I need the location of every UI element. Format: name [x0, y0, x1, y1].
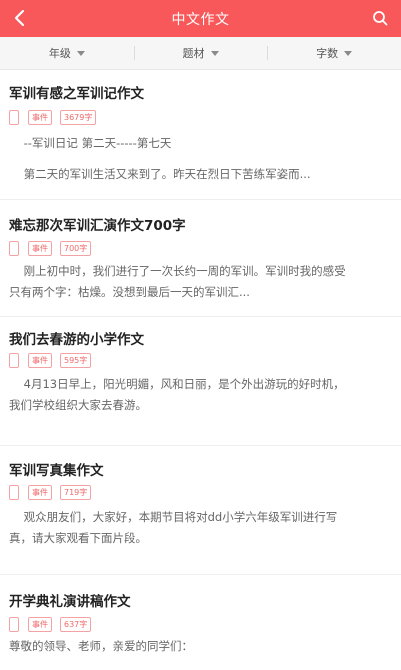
- article-excerpt: 刚上初中时，我们进行了一次长约一周的军训。军训时我的感受 只有两个字：枯燥。没想…: [9, 261, 389, 303]
- search-button[interactable]: [369, 7, 391, 29]
- article-excerpt: 尊敬的领导、老师，亲爱的同学们：: [9, 636, 389, 657]
- article-excerpt: --军训日记 第二天-----第七天 第二天的军训生活又来到了。昨天在烈日下苦练…: [9, 133, 389, 185]
- article-tags: 事件 700字: [9, 241, 99, 256]
- filter-label: 年级: [48, 47, 71, 60]
- caret-down-icon: [344, 50, 353, 56]
- page-title: 中文作文: [171, 11, 230, 28]
- excerpt-line: 尊敬的领导、老师，亲爱的同学们：: [9, 639, 193, 653]
- excerpt-line: 真，请大家观看下面片段。: [9, 531, 147, 545]
- back-arrow-icon: [14, 9, 25, 27]
- wordcount-tag: 595字: [60, 353, 92, 368]
- category-tag: 事件: [28, 617, 52, 632]
- filter-label: 字数: [316, 47, 339, 60]
- back-button[interactable]: [8, 7, 30, 29]
- bookmark-icon: [9, 110, 19, 125]
- filter-topic[interactable]: 题材: [133, 37, 268, 69]
- filter-label: 题材: [182, 47, 205, 60]
- article-title: 军训有感之军训记作文: [9, 86, 144, 102]
- article-title: 我们去春游的小学作文: [9, 332, 144, 348]
- bookmark-icon: [9, 353, 19, 368]
- excerpt-line: 刚上初中时，我们进行了一次长约一周的军训。军训时我的感受: [9, 264, 346, 278]
- wordcount-tag: 719字: [60, 485, 92, 500]
- excerpt-line: --军训日记 第二天-----第七天: [9, 136, 172, 150]
- search-icon: [373, 11, 388, 26]
- article-item[interactable]: 军训有感之军训记作文 事件 3679字 --军训日记 第二天-----第七天 第…: [0, 70, 401, 200]
- article-excerpt: 观众朋友们，大家好，本期节目将对dd小学六年级军训进行写 真，请大家观看下面片段…: [9, 507, 389, 549]
- wordcount-tag: 700字: [60, 241, 92, 256]
- article-item[interactable]: 军训写真集作文 事件 719字 观众朋友们，大家好，本期节目将对dd小学六年级军…: [0, 447, 401, 575]
- caret-down-icon: [210, 50, 219, 56]
- article-item[interactable]: 开学典礼演讲稿作文 事件 637字 尊敬的领导、老师，亲爱的同学们：: [0, 576, 401, 670]
- app-header: 中文作文: [0, 0, 401, 37]
- article-tags: 事件 595字: [9, 353, 99, 368]
- category-tag: 事件: [28, 485, 52, 500]
- article-title: 军训写真集作文: [9, 463, 104, 479]
- category-tag: 事件: [28, 353, 52, 368]
- filter-bar: 年级 题材 字数: [0, 37, 401, 70]
- article-title: 难忘那次军训汇演作文700字: [9, 218, 186, 234]
- article-title: 开学典礼演讲稿作文: [9, 594, 131, 610]
- excerpt-line: 观众朋友们，大家好，本期节目将对dd小学六年级军训进行写: [9, 510, 338, 524]
- excerpt-line: [9, 154, 389, 164]
- filter-wordcount[interactable]: 字数: [267, 37, 401, 69]
- wordcount-tag: 637字: [60, 617, 92, 632]
- caret-down-icon: [76, 50, 85, 56]
- bookmark-icon: [9, 617, 19, 632]
- article-tags: 事件 3679字: [9, 110, 104, 125]
- article-item[interactable]: 我们去春游的小学作文 事件 595字 4月13日早上，阳光明媚，风和日丽，是个外…: [0, 318, 401, 446]
- bookmark-icon: [9, 241, 19, 256]
- article-tags: 事件 637字: [9, 617, 99, 632]
- excerpt-line: 我们学校组织大家去春游。: [9, 398, 147, 412]
- category-tag: 事件: [28, 110, 52, 125]
- bookmark-icon: [9, 485, 19, 500]
- article-tags: 事件 719字: [9, 485, 99, 500]
- wordcount-tag: 3679字: [60, 110, 97, 125]
- category-tag: 事件: [28, 241, 52, 256]
- article-excerpt: 4月13日早上，阳光明媚，风和日丽，是个外出游玩的好时机， 我们学校组织大家去春…: [9, 374, 389, 416]
- article-item[interactable]: 难忘那次军训汇演作文700字 事件 700字 刚上初中时，我们进行了一次长约一周…: [0, 201, 401, 317]
- filter-grade[interactable]: 年级: [0, 37, 134, 69]
- excerpt-line: 4月13日早上，阳光明媚，风和日丽，是个外出游玩的好时机，: [9, 377, 345, 391]
- excerpt-line: 第二天的军训生活又来到了。昨天在烈日下苦练军姿而...: [9, 167, 311, 181]
- excerpt-line: 只有两个字：枯燥。没想到最后一天的军训汇...: [9, 285, 250, 299]
